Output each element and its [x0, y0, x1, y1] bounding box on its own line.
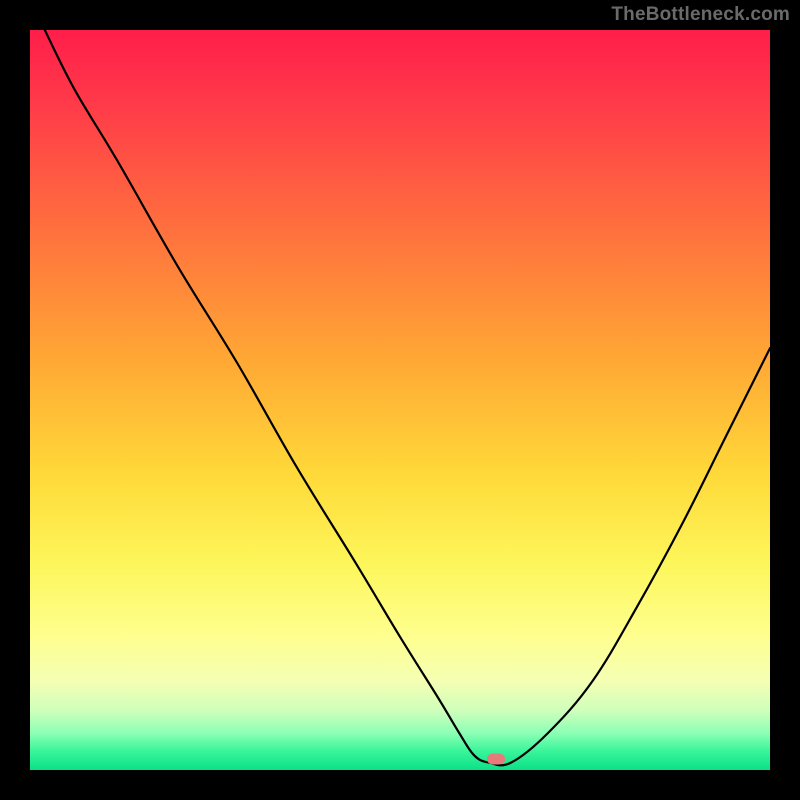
watermark-text: TheBottleneck.com — [611, 4, 790, 26]
plot-area — [30, 30, 770, 770]
chart-frame: TheBottleneck.com — [0, 0, 800, 800]
bottleneck-curve — [45, 30, 770, 765]
curve-layer — [30, 30, 770, 770]
optimum-marker — [487, 753, 505, 764]
